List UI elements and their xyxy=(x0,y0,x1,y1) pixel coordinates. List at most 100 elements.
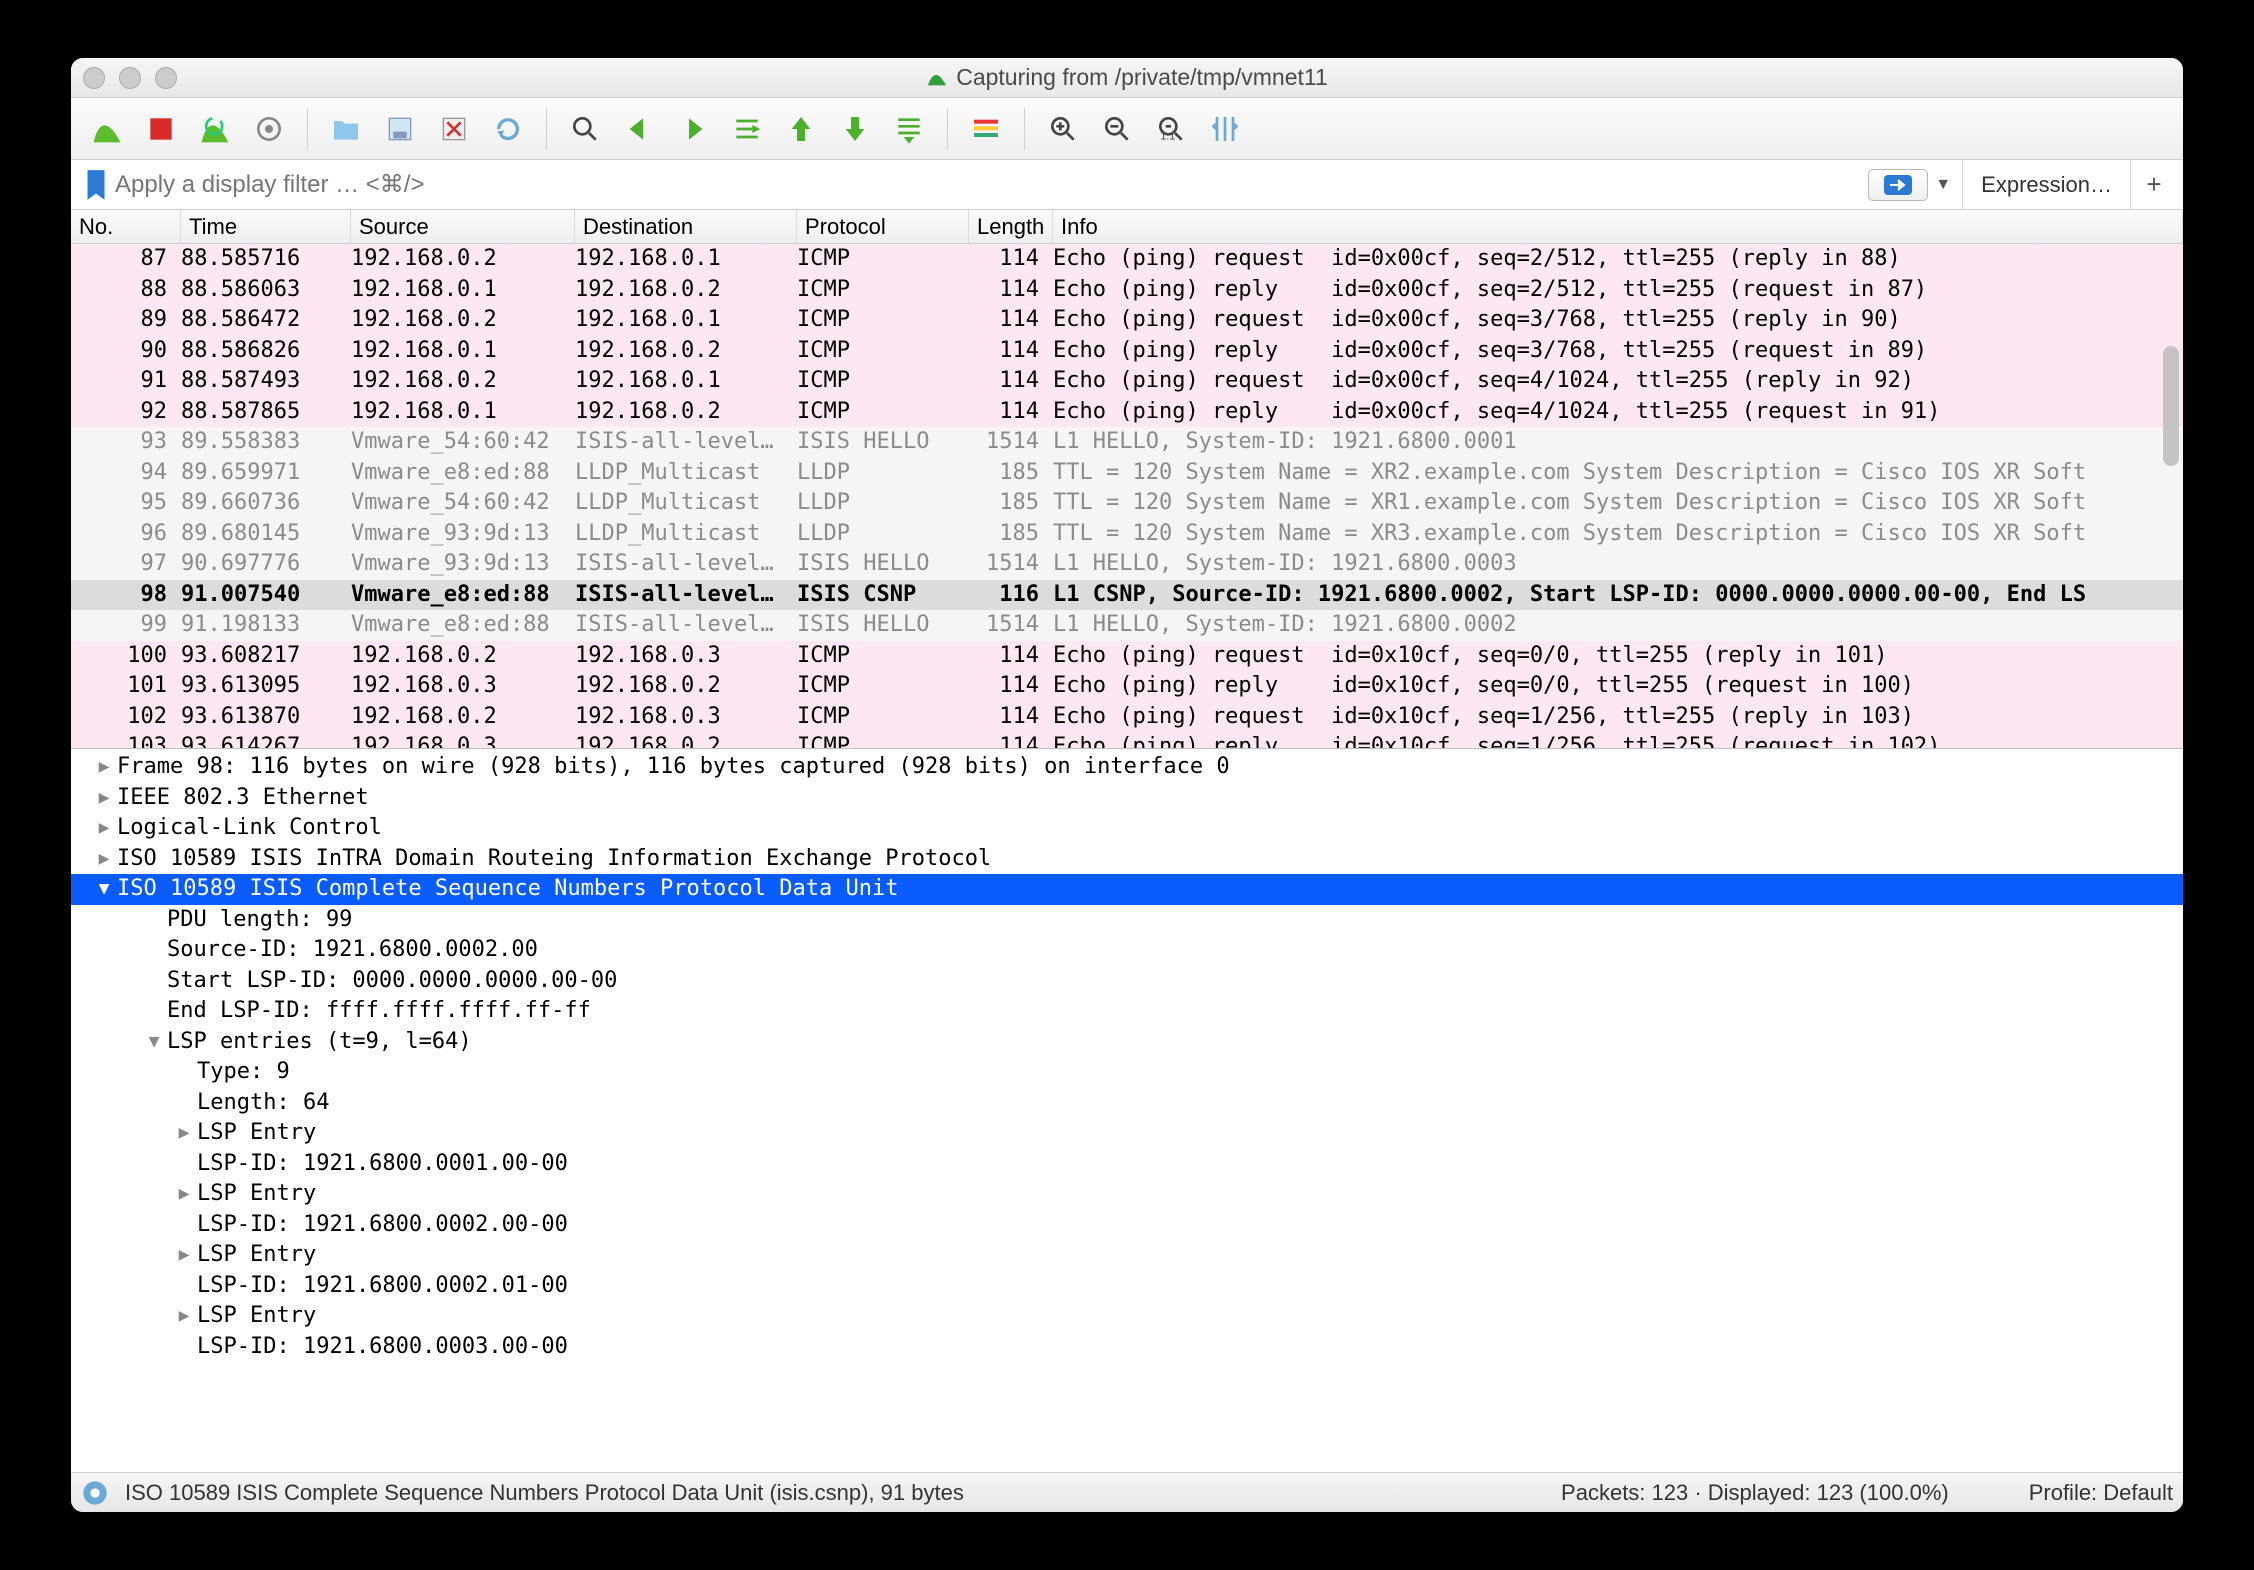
col-info[interactable]: Info xyxy=(1053,210,2183,243)
expand-toggle-icon[interactable]: ▶ xyxy=(171,1179,197,1210)
filter-history-dropdown[interactable]: ▼ xyxy=(1934,176,1952,194)
expand-toggle-icon[interactable]: ▼ xyxy=(91,874,117,905)
toolbar-separator xyxy=(307,108,308,150)
packet-row[interactable]: 9188.587493192.168.0.2192.168.0.1ICMP114… xyxy=(71,366,2183,397)
detail-text: IEEE 802.3 Ethernet xyxy=(117,783,369,814)
col-protocol[interactable]: Protocol xyxy=(797,210,969,243)
reload-button[interactable] xyxy=(486,107,530,151)
packet-row[interactable]: 10193.613095192.168.0.3192.168.0.2ICMP11… xyxy=(71,671,2183,702)
stop-capture-button[interactable] xyxy=(139,107,183,151)
packet-row[interactable]: 9891.007540Vmware_e8:ed:88ISIS-all-level… xyxy=(71,580,2183,611)
packet-row[interactable]: 8788.585716192.168.0.2192.168.0.1ICMP114… xyxy=(71,244,2183,275)
expert-info-icon[interactable] xyxy=(81,1479,109,1507)
col-no[interactable]: No. xyxy=(71,210,181,243)
detail-line[interactable]: ▶Frame 98: 116 bytes on wire (928 bits),… xyxy=(71,752,2183,783)
detail-line[interactable]: LSP-ID: 1921.6800.0001.00-00 xyxy=(71,1149,2183,1180)
packet-details-pane[interactable]: ▶Frame 98: 116 bytes on wire (928 bits),… xyxy=(71,748,2183,1472)
expand-toggle-icon[interactable]: ▶ xyxy=(91,844,117,875)
detail-line[interactable]: ▼LSP entries (t=9, l=64) xyxy=(71,1027,2183,1058)
detail-line[interactable]: LSP-ID: 1921.6800.0002.01-00 xyxy=(71,1271,2183,1302)
detail-text: End LSP-ID: ffff.ffff.ffff.ff-ff xyxy=(167,996,591,1027)
go-first-button[interactable] xyxy=(779,107,823,151)
expand-toggle-icon[interactable]: ▶ xyxy=(91,783,117,814)
detail-line[interactable]: Length: 64 xyxy=(71,1088,2183,1119)
packet-row[interactable]: 9088.586826192.168.0.1192.168.0.2ICMP114… xyxy=(71,336,2183,367)
packet-list-header[interactable]: No. Time Source Destination Protocol Len… xyxy=(71,210,2183,244)
detail-line[interactable]: LSP-ID: 1921.6800.0002.00-00 xyxy=(71,1210,2183,1241)
go-last-button[interactable] xyxy=(833,107,877,151)
restart-capture-button[interactable] xyxy=(193,107,237,151)
detail-line[interactable]: ▶LSP Entry xyxy=(71,1240,2183,1271)
window-title: Capturing from /private/tmp/vmnet11 xyxy=(71,64,2183,91)
add-filter-button[interactable]: + xyxy=(2131,169,2177,200)
packet-rows[interactable]: 8788.585716192.168.0.2192.168.0.1ICMP114… xyxy=(71,244,2183,748)
go-to-packet-button[interactable] xyxy=(725,107,769,151)
packet-row[interactable]: 9790.697776Vmware_93:9d:13ISIS-all-level… xyxy=(71,549,2183,580)
expression-button[interactable]: Expression… xyxy=(1962,160,2131,209)
toolbar-separator xyxy=(947,108,948,150)
close-file-button[interactable] xyxy=(432,107,476,151)
packet-row[interactable]: 9991.198133Vmware_e8:ed:88ISIS-all-level… xyxy=(71,610,2183,641)
packet-row[interactable]: 8988.586472192.168.0.2192.168.0.1ICMP114… xyxy=(71,305,2183,336)
resize-columns-button[interactable] xyxy=(1203,107,1247,151)
capture-options-button[interactable] xyxy=(247,107,291,151)
col-source[interactable]: Source xyxy=(351,210,575,243)
display-filter-input[interactable] xyxy=(115,171,1868,199)
packet-row[interactable]: 8888.586063192.168.0.1192.168.0.2ICMP114… xyxy=(71,275,2183,306)
apply-filter-button[interactable] xyxy=(1868,169,1928,201)
detail-line[interactable]: ▶LSP Entry xyxy=(71,1179,2183,1210)
colorize-button[interactable] xyxy=(964,107,1008,151)
go-forward-button[interactable] xyxy=(671,107,715,151)
packet-row[interactable]: 9288.587865192.168.0.1192.168.0.2ICMP114… xyxy=(71,397,2183,428)
bookmark-icon[interactable] xyxy=(83,168,109,202)
detail-line[interactable]: End LSP-ID: ffff.ffff.ffff.ff-ff xyxy=(71,996,2183,1027)
detail-text: Type: 9 xyxy=(197,1057,290,1088)
expand-toggle-icon[interactable]: ▼ xyxy=(141,1027,167,1058)
col-time[interactable]: Time xyxy=(181,210,351,243)
go-back-button[interactable] xyxy=(617,107,661,151)
col-length[interactable]: Length xyxy=(969,210,1053,243)
expand-toggle-icon[interactable]: ▶ xyxy=(171,1301,197,1332)
detail-line[interactable]: ▶LSP Entry xyxy=(71,1301,2183,1332)
detail-text: ISO 10589 ISIS Complete Sequence Numbers… xyxy=(117,874,898,905)
packet-row[interactable]: 10393.614267192.168.0.3192.168.0.2ICMP11… xyxy=(71,732,2183,748)
window-title-text: Capturing from /private/tmp/vmnet11 xyxy=(956,64,1328,91)
expand-toggle-icon[interactable]: ▶ xyxy=(91,752,117,783)
detail-line[interactable]: ▼ISO 10589 ISIS Complete Sequence Number… xyxy=(71,874,2183,905)
col-destination[interactable]: Destination xyxy=(575,210,797,243)
find-packet-button[interactable] xyxy=(563,107,607,151)
detail-text: Start LSP-ID: 0000.0000.0000.00-00 xyxy=(167,966,617,997)
packet-row[interactable]: 10293.613870192.168.0.2192.168.0.3ICMP11… xyxy=(71,702,2183,733)
detail-line[interactable]: PDU length: 99 xyxy=(71,905,2183,936)
zoom-in-button[interactable] xyxy=(1041,107,1085,151)
detail-line[interactable]: ▶Logical-Link Control xyxy=(71,813,2183,844)
start-capture-button[interactable] xyxy=(85,107,129,151)
detail-line[interactable]: ▶IEEE 802.3 Ethernet xyxy=(71,783,2183,814)
zoom-reset-button[interactable]: 1:1 xyxy=(1149,107,1193,151)
detail-line[interactable]: Source-ID: 1921.6800.0002.00 xyxy=(71,935,2183,966)
open-file-button[interactable] xyxy=(324,107,368,151)
scrollbar-thumb[interactable] xyxy=(2163,346,2179,466)
auto-scroll-button[interactable] xyxy=(887,107,931,151)
packet-list-pane: No. Time Source Destination Protocol Len… xyxy=(71,210,2183,748)
detail-line[interactable]: LSP-ID: 1921.6800.0003.00-00 xyxy=(71,1332,2183,1363)
detail-text: Length: 64 xyxy=(197,1088,329,1119)
detail-line[interactable]: ▶LSP Entry xyxy=(71,1118,2183,1149)
save-file-button[interactable] xyxy=(378,107,422,151)
expand-toggle-icon[interactable]: ▶ xyxy=(171,1118,197,1149)
packet-row[interactable]: 9389.558383Vmware_54:60:42ISIS-all-level… xyxy=(71,427,2183,458)
zoom-out-button[interactable] xyxy=(1095,107,1139,151)
status-packets: Packets: 123 · Displayed: 123 (100.0%) xyxy=(1561,1480,1949,1506)
expand-toggle-icon[interactable]: ▶ xyxy=(91,813,117,844)
detail-line[interactable]: Type: 9 xyxy=(71,1057,2183,1088)
status-profile[interactable]: Profile: Default xyxy=(2029,1480,2173,1506)
packet-row[interactable]: 9689.680145Vmware_93:9d:13LLDP_Multicast… xyxy=(71,519,2183,550)
status-bar: ISO 10589 ISIS Complete Sequence Numbers… xyxy=(71,1472,2183,1512)
expand-toggle-icon[interactable]: ▶ xyxy=(171,1240,197,1271)
detail-line[interactable]: ▶ISO 10589 ISIS InTRA Domain Routeing In… xyxy=(71,844,2183,875)
packet-list-scrollbar[interactable] xyxy=(2161,246,2181,746)
detail-line[interactable]: Start LSP-ID: 0000.0000.0000.00-00 xyxy=(71,966,2183,997)
packet-row[interactable]: 10093.608217192.168.0.2192.168.0.3ICMP11… xyxy=(71,641,2183,672)
packet-row[interactable]: 9589.660736Vmware_54:60:42LLDP_Multicast… xyxy=(71,488,2183,519)
packet-row[interactable]: 9489.659971Vmware_e8:ed:88LLDP_Multicast… xyxy=(71,458,2183,489)
